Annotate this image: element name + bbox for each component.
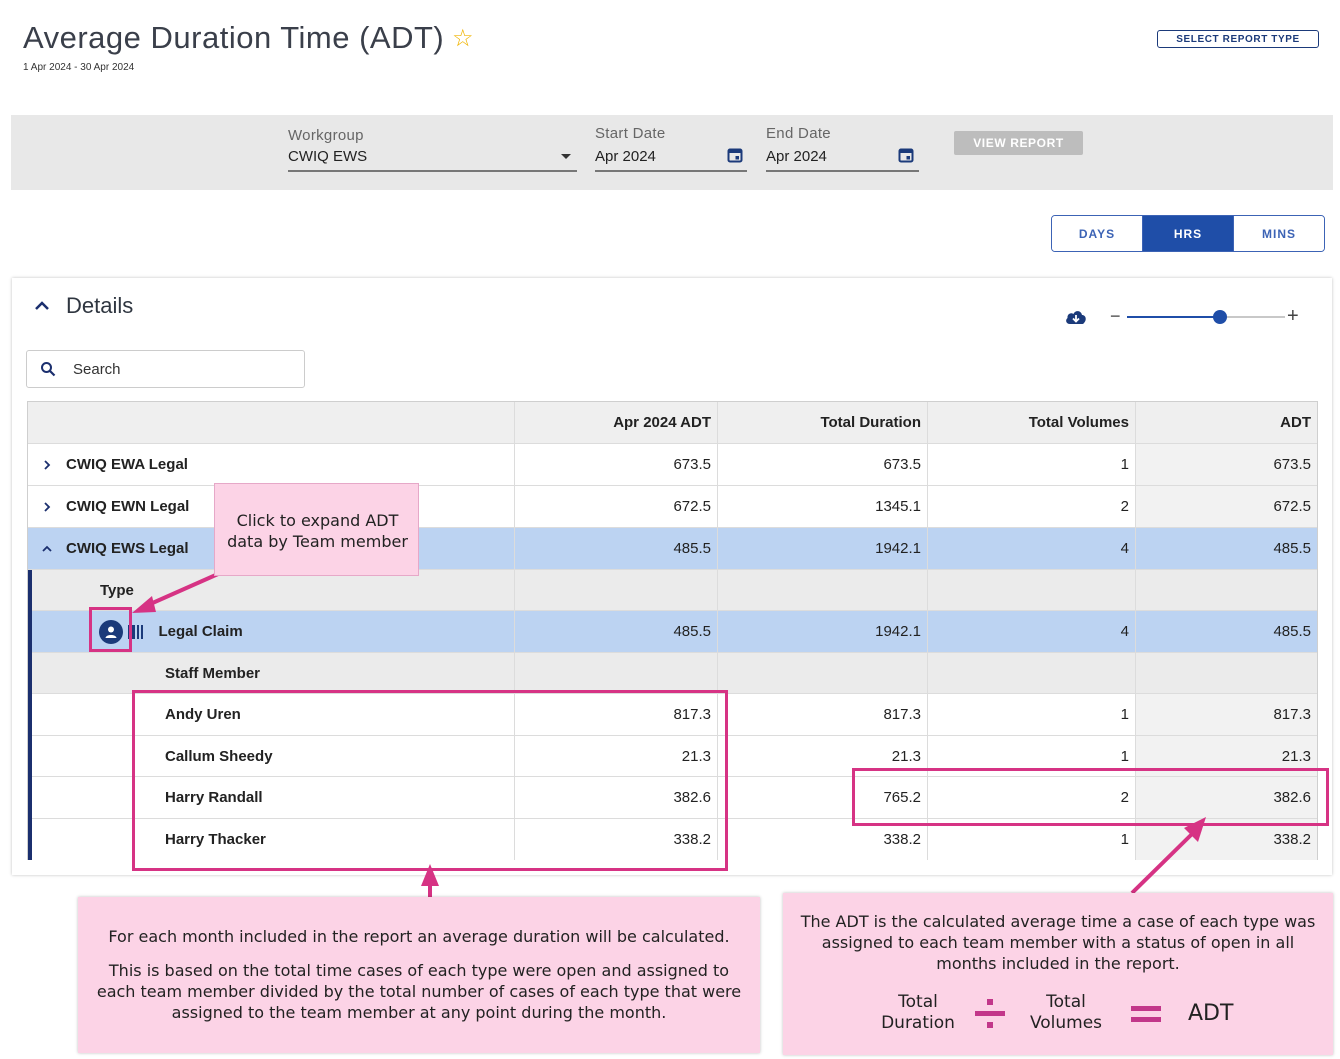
table-row-selected[interactable]: Legal Claim 485.5 1942.1 4 485.5: [28, 611, 1317, 653]
workgroup-select[interactable]: CWIQ EWS: [288, 148, 367, 165]
search-input[interactable]: Search: [26, 350, 305, 388]
equals-icon: [1131, 1006, 1161, 1022]
start-date-input[interactable]: Apr 2024: [595, 148, 656, 165]
divide-icon: [975, 999, 1005, 1028]
table-cell: 673.5: [718, 444, 928, 485]
adt-explanation-text: The ADT is the calculated average time a…: [800, 912, 1316, 973]
table-cell: 672.5: [515, 486, 718, 527]
formula-total-volumes: Total Volumes: [1029, 992, 1103, 1033]
table-header: Apr 2024 ADT Total Duration Total Volume…: [28, 402, 1317, 444]
chevron-up-icon[interactable]: [42, 544, 52, 554]
end-date-label: End Date: [766, 125, 831, 142]
calendar-icon[interactable]: [898, 147, 914, 163]
view-report-button[interactable]: VIEW REPORT: [954, 131, 1083, 155]
table-cell: 485.5: [515, 611, 718, 652]
table-cell: 673.5: [1136, 444, 1317, 485]
table-cell: 485.5: [515, 528, 718, 569]
end-date-underline: [766, 170, 919, 172]
select-report-type-button[interactable]: SELECT REPORT TYPE: [1157, 30, 1319, 48]
favorite-star-icon[interactable]: ☆: [452, 24, 474, 53]
month-explanation-p1: For each month included in the report an…: [108, 927, 730, 946]
table-cell: 817.3: [1136, 694, 1317, 735]
chevron-down-icon[interactable]: [561, 154, 571, 159]
table-cell: 4: [928, 528, 1136, 569]
group-label: CWIQ EWN Legal: [66, 498, 190, 515]
page-title: Average Duration Time (ADT): [23, 20, 445, 55]
table-cell: 1345.1: [718, 486, 928, 527]
staff-label: Staff Member: [28, 653, 515, 693]
table-cell: 2: [928, 486, 1136, 527]
month-explanation-p2: This is based on the total time cases of…: [96, 961, 742, 1022]
table-cell: 1: [928, 444, 1136, 485]
expand-tip-callout: Click to expand ADT data by Team member: [214, 483, 419, 576]
table-cell: 485.5: [1136, 528, 1317, 569]
group-label: CWIQ EWA Legal: [66, 456, 188, 473]
workgroup-label: Workgroup: [288, 127, 364, 144]
tree-indent-bar: [28, 570, 32, 860]
column-header: [28, 402, 515, 443]
column-header[interactable]: Apr 2024 ADT: [515, 402, 718, 443]
start-date-label: Start Date: [595, 125, 666, 142]
table-cell: 673.5: [515, 444, 718, 485]
formula-result: ADT: [1188, 1001, 1234, 1026]
column-header[interactable]: Total Volumes: [928, 402, 1136, 443]
highlight-harry-randall: [852, 768, 1329, 826]
unit-toggle: DAYS HRS MINS: [1051, 215, 1325, 252]
start-date-underline: [595, 170, 747, 172]
table-row[interactable]: CWIQ EWA Legal 673.5 673.5 1 673.5: [28, 444, 1317, 486]
unit-mins-button[interactable]: MINS: [1233, 216, 1324, 251]
end-date-input[interactable]: Apr 2024: [766, 148, 827, 165]
staff-header-row: Staff Member: [28, 653, 1317, 694]
table-cell: 485.5: [1136, 611, 1317, 652]
table-cell: 817.3: [718, 694, 928, 735]
column-header[interactable]: ADT: [1136, 402, 1317, 443]
expand-tip-text: Click to expand ADT data by Team member: [227, 511, 408, 551]
zoom-slider-thumb[interactable]: [1213, 310, 1227, 324]
chevron-up-icon[interactable]: [34, 298, 50, 314]
date-range: 1 Apr 2024 - 30 Apr 2024: [23, 62, 135, 73]
unit-hrs-button[interactable]: HRS: [1142, 216, 1233, 251]
workgroup-underline: [288, 170, 577, 172]
type-label: Type: [28, 570, 515, 610]
month-explanation-callout: For each month included in the report an…: [78, 897, 760, 1053]
group-label: CWIQ EWS Legal: [66, 540, 189, 557]
search-placeholder: Search: [73, 361, 121, 378]
table-cell: 4: [928, 611, 1136, 652]
calendar-icon[interactable]: [727, 147, 743, 163]
chevron-right-icon[interactable]: [42, 459, 52, 470]
type-row-label: Legal Claim: [158, 623, 243, 640]
zoom-out-icon[interactable]: −: [1110, 306, 1121, 327]
table-cell: 1942.1: [718, 528, 928, 569]
table-cell: 1: [928, 694, 1136, 735]
cloud-download-icon[interactable]: [1064, 307, 1088, 327]
unit-days-button[interactable]: DAYS: [1052, 216, 1142, 251]
highlight-expand-icon: [89, 607, 132, 652]
adt-explanation-callout: The ADT is the calculated average time a…: [783, 893, 1333, 1055]
formula-total-duration: Total Duration: [881, 992, 955, 1033]
column-header[interactable]: Total Duration: [718, 402, 928, 443]
search-icon: [41, 362, 56, 377]
highlight-staff-adt: [132, 690, 728, 871]
details-title: Details: [66, 293, 134, 318]
table-cell: 672.5: [1136, 486, 1317, 527]
filter-bar: [11, 115, 1333, 190]
type-header-row: Type: [28, 570, 1317, 611]
chevron-right-icon[interactable]: [42, 501, 52, 512]
zoom-slider-fill: [1127, 316, 1220, 318]
zoom-in-icon[interactable]: +: [1287, 305, 1299, 328]
table-cell: 1942.1: [718, 611, 928, 652]
